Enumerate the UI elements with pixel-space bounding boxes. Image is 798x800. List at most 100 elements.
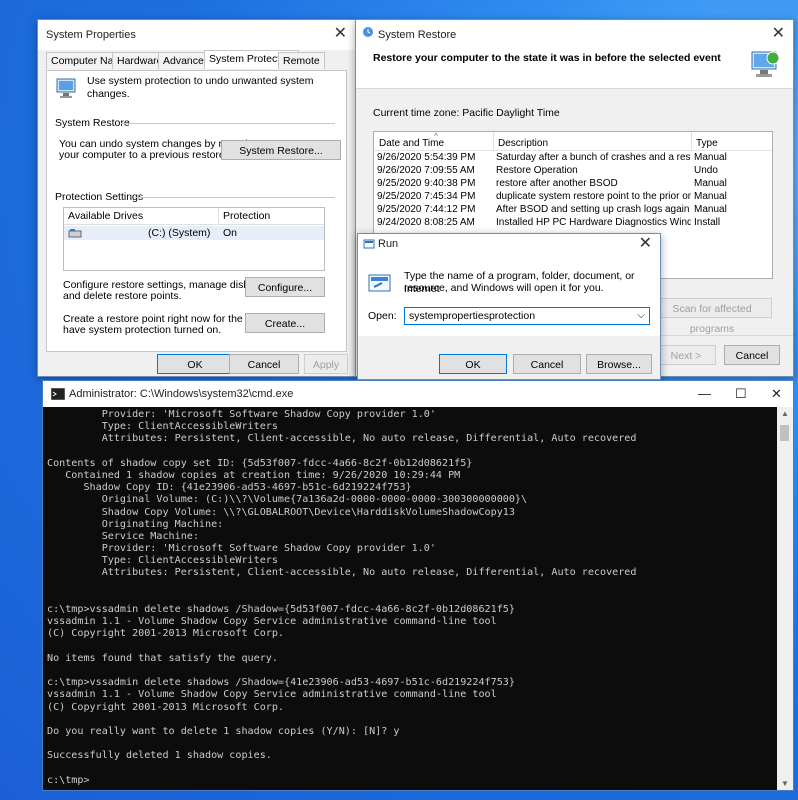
column-header-drives[interactable]: Available Drives xyxy=(68,210,143,223)
run-icon xyxy=(363,239,375,249)
scroll-down-icon[interactable]: ▼ xyxy=(781,779,789,788)
system-restore-button[interactable]: System Restore... xyxy=(221,140,341,160)
restore-point-row[interactable]: 9/26/2020 7:09:55 AM Restore Operation Und… xyxy=(374,164,771,177)
console-line: Type: ClientAccessibleWriters xyxy=(47,555,278,567)
restore-point-date: 9/25/2020 9:40:38 PM xyxy=(377,178,476,189)
open-combobox[interactable]: systempropertiesprotection ⌵ xyxy=(404,307,650,325)
scroll-up-icon[interactable]: ▲ xyxy=(781,409,789,418)
restore-point-row[interactable]: 9/25/2020 9:40:38 PM restore after anothe… xyxy=(374,177,771,190)
create-button[interactable]: Create... xyxy=(245,313,325,333)
system-restore-group-label: System Restore xyxy=(55,117,130,129)
next-button[interactable]: Next > xyxy=(656,345,716,365)
sort-up-icon: ^ xyxy=(434,132,438,141)
tab-panel: Use system protection to undo unwanted s… xyxy=(46,70,347,352)
divider xyxy=(356,88,793,89)
console-line: Originating Machine: xyxy=(47,518,224,530)
cmd-titlebar[interactable]: Administrator: C:\Windows\system32\cmd.e… xyxy=(43,381,793,407)
run-body: Type the name of a program, folder, docu… xyxy=(358,254,660,336)
restore-table: 9/26/2020 5:54:39 PM Saturday after a bun… xyxy=(374,151,771,229)
chevron-down-icon[interactable]: ⌵ xyxy=(637,309,645,322)
restore-point-type: Install xyxy=(694,217,721,228)
open-label: Open: xyxy=(368,310,397,322)
cancel-button[interactable]: Cancel xyxy=(229,354,299,374)
restore-point-description: Installed HP PC Hardware Diagnostics Win… xyxy=(496,217,691,228)
drives-list: Available Drives Protection (C:) (System… xyxy=(63,207,325,271)
restore-point-row[interactable]: 9/26/2020 5:54:39 PM Saturday after a bun… xyxy=(374,151,771,164)
create-desc: have system protection turned on. xyxy=(63,324,222,336)
drives-list-header: Available Drives Protection xyxy=(64,208,324,225)
ok-button[interactable]: OK xyxy=(439,354,507,374)
restore-point-type: Manual xyxy=(694,204,727,215)
console-line: vssadmin 1.1 - Volume Shadow Copy Servic… xyxy=(47,616,497,628)
console-line: Attributes: Persistent, Client-accessibl… xyxy=(47,433,637,445)
cmd-window: Administrator: C:\Windows\system32\cmd.e… xyxy=(42,380,794,791)
open-input[interactable]: systempropertiesprotection xyxy=(409,310,535,323)
column-divider xyxy=(691,132,692,150)
console-line: Service Machine: xyxy=(47,530,199,542)
restore-point-type: Manual xyxy=(694,191,727,202)
console-line: Shadow Copy ID: {41e23906-ad53-4697-b51c… xyxy=(47,482,412,494)
restore-point-row[interactable]: 9/25/2020 7:45:34 PM duplicate system res… xyxy=(374,190,771,203)
close-icon[interactable]: ✕ xyxy=(772,25,785,43)
divider xyxy=(135,197,335,198)
column-divider xyxy=(218,208,219,224)
console-output[interactable]: Provider: 'Microsoft Software Shadow Cop… xyxy=(44,407,777,790)
drive-row[interactable]: (C:) (System) On xyxy=(64,226,324,240)
system-properties-window: System Properties ✕ Computer Name Hardwa… xyxy=(37,19,356,377)
scrollbar-thumb[interactable] xyxy=(780,425,789,441)
cancel-button[interactable]: Cancel xyxy=(724,345,780,365)
close-icon[interactable]: ✕ xyxy=(771,386,782,402)
restore-point-description: Saturday after a bunch of crashes and a … xyxy=(496,152,691,163)
column-divider xyxy=(493,132,494,150)
drive-protection-status: On xyxy=(223,227,238,239)
window-title: Run xyxy=(378,238,399,250)
close-icon[interactable]: ✕ xyxy=(639,235,652,253)
scrollbar[interactable]: ▲ ▼ xyxy=(777,407,793,790)
cancel-button[interactable]: Cancel xyxy=(513,354,581,374)
restore-heading: Restore your computer to the state it wa… xyxy=(373,52,721,64)
scan-affected-programs-button[interactable]: Scan for affected programs xyxy=(652,298,772,335)
column-header-type[interactable]: Type xyxy=(696,137,718,150)
run-titlebar[interactable]: Run ✕ xyxy=(358,234,660,254)
intro-text: Use system protection to undo unwanted s… xyxy=(87,75,314,100)
restore-point-description: duplicate system restore point to the pr… xyxy=(496,191,691,202)
minimize-icon[interactable]: — xyxy=(698,386,711,401)
console-line: Provider: 'Microsoft Software Shadow Cop… xyxy=(47,543,436,555)
protection-settings-group-label: Protection Settings xyxy=(55,191,144,203)
restore-point-type: Undo xyxy=(694,165,718,176)
console-line: (C) Copyright 2001-2013 Microsoft Corp. xyxy=(47,701,285,713)
restore-computer-icon xyxy=(751,51,780,77)
run-program-icon xyxy=(368,274,391,292)
apply-button[interactable]: Apply xyxy=(304,354,348,374)
column-header-description[interactable]: Description xyxy=(498,137,548,150)
system-properties-titlebar[interactable]: System Properties ✕ xyxy=(38,20,355,50)
restore-point-description: restore after another BSOD xyxy=(496,178,618,189)
configure-button[interactable]: Configure... xyxy=(245,277,325,297)
run-description: resource, and Windows will open it for y… xyxy=(404,282,604,294)
column-header-protection[interactable]: Protection xyxy=(223,210,270,223)
maximize-icon[interactable]: ☐ xyxy=(735,386,747,402)
console-line: (C) Copyright 2001-2013 Microsoft Corp. xyxy=(47,628,285,640)
console-line: c:\tmp>vssadmin delete shadows /Shadow={… xyxy=(47,604,515,615)
browse-button[interactable]: Browse... xyxy=(586,354,652,374)
drive-name: (C:) (System) xyxy=(148,227,211,239)
run-dialog: Run ✕ Type the name of a program, folder… xyxy=(357,233,661,380)
console-line: Attributes: Persistent, Client-accessibl… xyxy=(47,567,637,579)
close-icon[interactable]: ✕ xyxy=(334,25,347,43)
tab-strip: Computer Name Hardware Advanced System P… xyxy=(46,50,346,70)
restore-point-row[interactable]: 9/24/2020 8:08:25 AM Installed HP PC Hard… xyxy=(374,216,771,229)
tab-remote[interactable]: Remote xyxy=(278,52,325,69)
window-title: System Restore xyxy=(378,29,457,41)
window-title: Administrator: C:\Windows\system32\cmd.e… xyxy=(69,388,294,400)
list-header: Date and Time ^ Description Type xyxy=(374,132,772,151)
restore-point-row[interactable]: 9/25/2020 7:44:12 PM After BSOD and setti… xyxy=(374,203,771,216)
ok-button[interactable]: OK xyxy=(157,354,233,374)
configure-desc: and delete restore points. xyxy=(63,290,182,302)
computer-shield-icon xyxy=(56,78,76,98)
console-line: Type: ClientAccessibleWriters xyxy=(47,421,278,433)
